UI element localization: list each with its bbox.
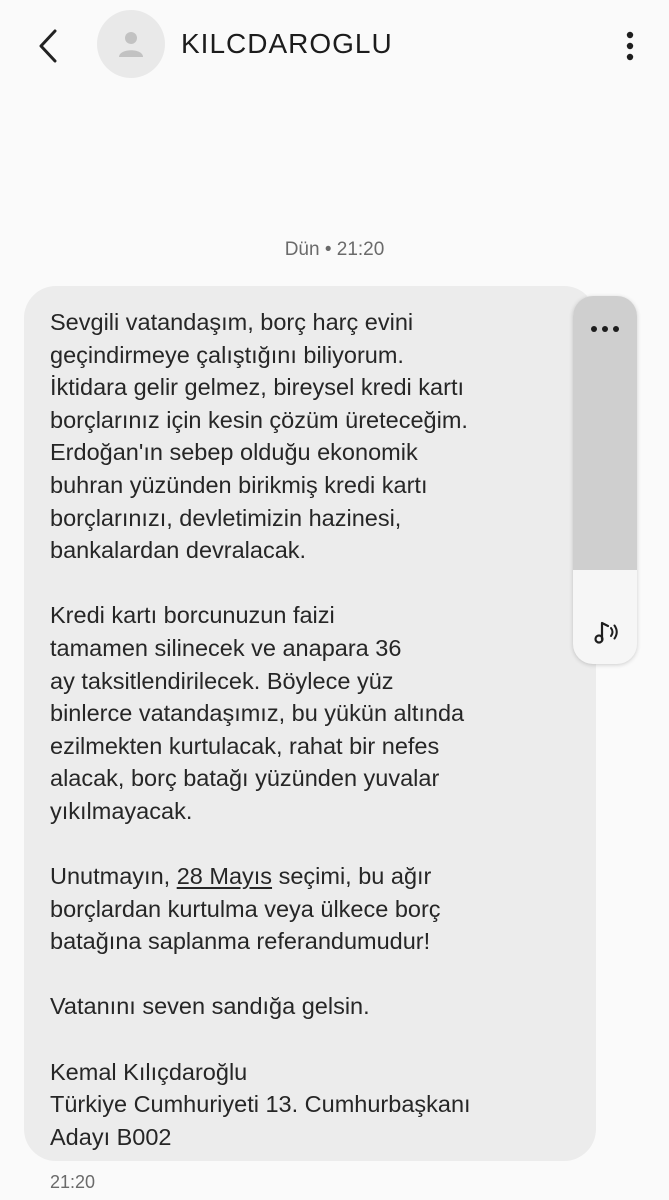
message-text: Unutmayın,: [50, 863, 177, 890]
message-paragraph: Sevgili vatandaşım, borç harç evini geçi…: [50, 309, 468, 564]
more-horizontal-icon: [591, 326, 597, 332]
more-horizontal-icon: [613, 326, 619, 332]
text-to-speech-icon: [594, 621, 618, 644]
avatar[interactable]: [97, 10, 165, 78]
more-horizontal-icon: [602, 326, 608, 332]
message-paragraph: Kredi kartı borcunuzun faizi tamamen sil…: [50, 602, 465, 824]
date-link[interactable]: 28 Mayıs: [177, 863, 272, 889]
message-timestamp: 21:20: [50, 1172, 96, 1192]
text-to-speech-button[interactable]: [573, 612, 637, 652]
date-separator: Dün • 21:20: [284, 239, 385, 260]
contact-name[interactable]: KILCDAROGLU: [181, 26, 393, 62]
message-more-button[interactable]: [573, 314, 637, 344]
chevron-left-icon: [39, 29, 57, 63]
person-icon: [119, 32, 143, 57]
more-vertical-icon: [626, 31, 634, 61]
message-paragraph: Unutmayın, 28 Mayıs seçimi, bu ağır borç…: [50, 860, 568, 958]
message-bubble[interactable]: Sevgili vatandaşım, borç harç evini geçi…: [24, 286, 596, 1161]
message-signature: Kemal Kılıçdaroğlu Türkiye Cumhuriyeti 1…: [50, 1058, 471, 1150]
message-side-panel: [573, 296, 637, 664]
more-options-button[interactable]: [612, 22, 648, 70]
back-button[interactable]: [28, 22, 68, 70]
message-paragraph: Vatanını seven sandığa gelsin.: [50, 993, 370, 1020]
conversation-header: KILCDAROGLU: [0, 0, 669, 92]
